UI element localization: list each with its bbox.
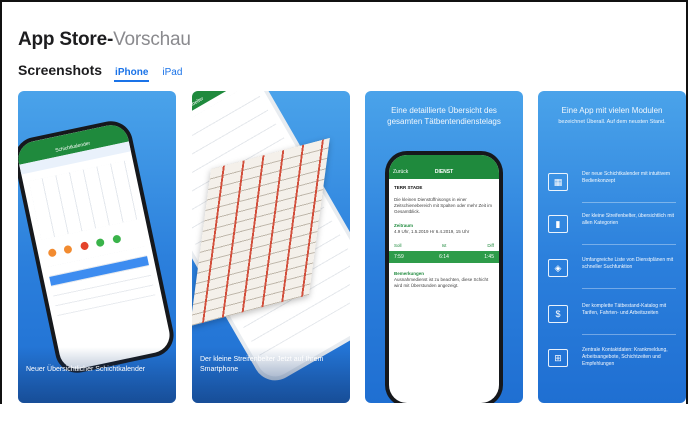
notes-text: Ausnahmedienst ist zu beachten, diese Sc… xyxy=(394,277,489,288)
screenshot-card-4[interactable]: Eine App mit vielen Modulen bezeichnet Ü… xyxy=(538,91,686,403)
screen-bar-title: DIENST xyxy=(434,169,454,175)
contacts-icon: ⊞ xyxy=(548,349,568,367)
page-title: App Store-Vorschau xyxy=(18,29,191,51)
feature-text: Der kleine Streifenbelter, übersichtlich… xyxy=(582,213,674,226)
feature-item: $ Der komplette Tätbestand-Katalog mit T… xyxy=(548,301,678,335)
feature-text: Der komplette Tätbestand-Katalog mit Tar… xyxy=(582,303,667,316)
screenshot-card-3[interactable]: Eine detaillierte Übersicht des gesamten… xyxy=(365,91,523,403)
frame-right-line xyxy=(686,0,688,404)
phone-mockup-front: Schichtkalender xyxy=(18,117,176,377)
screenshots-header: Screenshots iPhone iPad xyxy=(18,62,183,82)
feature-text: Zentrale Kontaktdaten: Krankmeldung, Arb… xyxy=(582,347,668,367)
screenshot-card-2[interactable]: Streifenbelter Der kleine Streifenbelter… xyxy=(192,91,350,403)
feature-item: ⊞ Zentrale Kontaktdaten: Krankmeldung, A… xyxy=(548,345,678,373)
shield-icon: ◈ xyxy=(548,259,568,277)
document-icon: ▮ xyxy=(548,215,568,233)
frame-left-line xyxy=(0,0,2,404)
tab-iphone[interactable]: iPhone xyxy=(114,67,150,82)
screenshot-card-1[interactable]: Schichtkalender Neuer Übersichtlicher Sc… xyxy=(18,91,176,403)
period-value: 4.9 Uhr, 1.5.2019 Hr 6.4.2019, 15 Uhr xyxy=(394,229,470,234)
feature-item: ◈ Umfangreiche Liste von Dienstplänen mi… xyxy=(548,255,678,289)
card-4-heading: Eine App mit vielen Modulen xyxy=(561,106,663,115)
feature-item: ▦ Der neue Schichtkalender mit intuitive… xyxy=(548,169,678,203)
table-header: Soll xyxy=(394,243,402,248)
card-2-caption: Der kleine Streifenbelter Jetzt auf Ihre… xyxy=(200,356,324,373)
dollar-icon: $ xyxy=(548,305,568,323)
table-header: Diff xyxy=(487,243,494,248)
app-header-bar: Zurück DIENST xyxy=(389,155,499,179)
screenshots-label: Screenshots xyxy=(18,62,103,78)
frame-top-line xyxy=(0,0,688,2)
feature-text: Der neue Schichtkalender mit intuitivem … xyxy=(582,171,671,184)
card-1-caption: Neuer Übersichtlicher Schichtkalender xyxy=(26,366,146,373)
tab-ipad[interactable]: iPad xyxy=(161,67,183,80)
card-4-subheading: bezeichnet Überall. Auf dem neusten Stan… xyxy=(558,119,666,125)
phone-screen: Zurück DIENST TERR STADE Die kleinen Die… xyxy=(389,155,499,403)
detail-body: Die kleinen Dienstüffnisongs in einer Ze… xyxy=(394,197,493,214)
card-3-heading: Eine detaillierte Übersicht des gesamten… xyxy=(387,106,501,126)
feature-item: ▮ Der kleine Streifenbelter, übersichtli… xyxy=(548,211,678,245)
phone-mockup: Zurück DIENST TERR STADE Die kleinen Die… xyxy=(385,151,503,403)
page-title-bold: App Store- xyxy=(18,29,114,50)
table-cell: 7:59 xyxy=(394,254,404,260)
table-header: Ist xyxy=(441,243,447,248)
phone-screen-front: Schichtkalender xyxy=(18,121,173,373)
feature-text: Umfangreiche Liste von Dienstplänen mit … xyxy=(582,257,674,270)
page-title-light: Vorschau xyxy=(113,29,191,50)
calendar-grid xyxy=(28,160,140,240)
table-cell: 1:45 xyxy=(484,254,494,260)
detail-title: TERR STADE xyxy=(394,185,423,190)
calendar-icon: ▦ xyxy=(548,173,568,191)
table-cell: 6:14 xyxy=(439,254,449,260)
hours-table: Soll Ist Diff 7:59 6:14 1:45 xyxy=(389,243,499,263)
